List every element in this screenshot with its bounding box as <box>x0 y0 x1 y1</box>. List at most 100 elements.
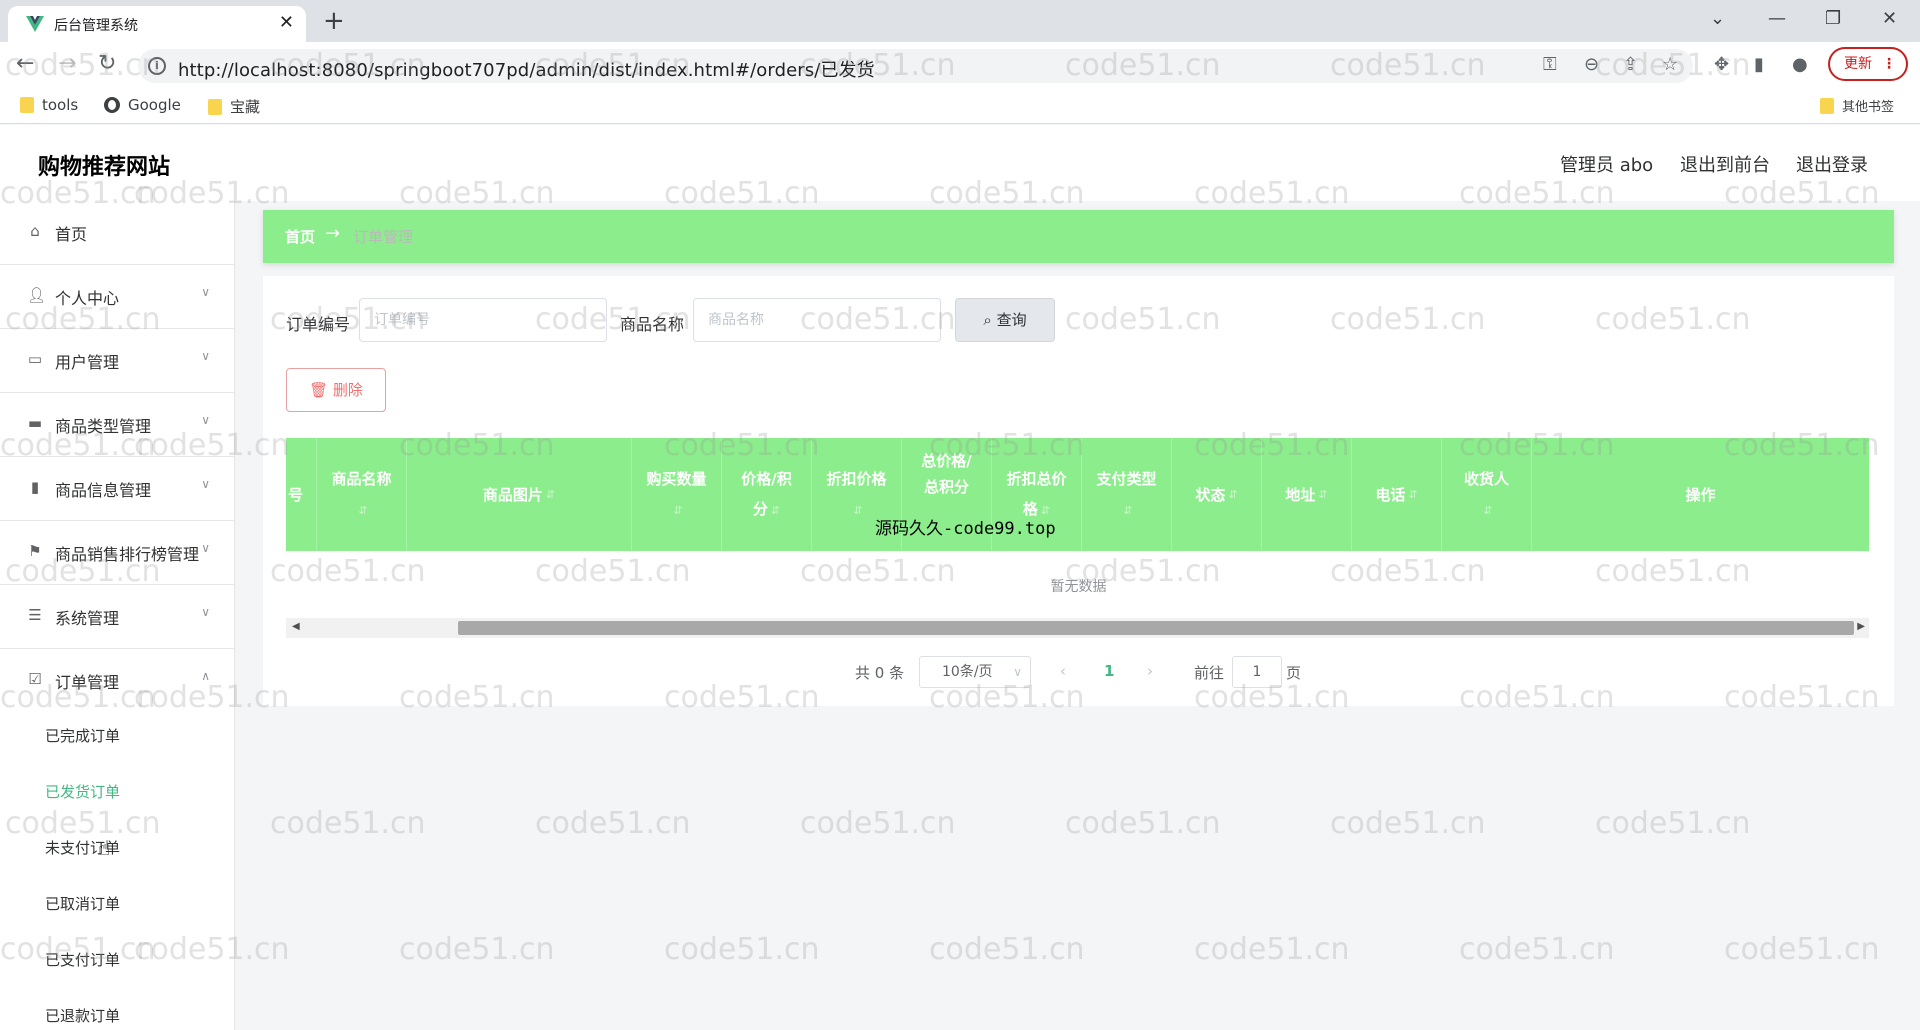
column-header[interactable]: 地址 ⇵ <box>1262 438 1352 551</box>
goods-name-input[interactable] <box>693 298 941 342</box>
sort-icon[interactable]: ⇵ <box>358 504 367 517</box>
column-header[interactable]: 商品图片 ⇵ <box>407 438 632 551</box>
window-close-icon[interactable]: ✕ <box>1882 8 1897 29</box>
restore-icon[interactable]: ❐ <box>1825 8 1841 29</box>
sidebar-item-goods-info[interactable]: ▮ 商品信息管理 ∨ <box>0 457 234 521</box>
chat-icon: ▭ <box>27 350 43 368</box>
column-header[interactable]: 价格/积分 ⇵ <box>722 438 812 551</box>
column-header[interactable]: 购买数量 ⇵ <box>632 438 722 551</box>
scroll-left-icon[interactable]: ◀ <box>292 621 300 632</box>
column-label: 折扣总价格 <box>1006 469 1067 518</box>
pagination: 共 0 条 10条/页 ∨ ‹ 1 › 前往 1 页 <box>263 656 1894 688</box>
sidebar-item-goods-type[interactable]: ▬ 商品类型管理 ∨ <box>0 393 234 457</box>
delete-label: 删除 <box>332 381 363 399</box>
chevron-down-icon: ∨ <box>201 285 210 299</box>
sidebar-item-users[interactable]: ▭ 用户管理 ∨ <box>0 329 234 393</box>
watermark-text: code51.cn <box>270 806 426 841</box>
site-info-icon[interactable]: i <box>148 57 166 75</box>
bookmarks-bar: tools Google 宝藏 其他书签 <box>0 88 1920 124</box>
sort-icon[interactable]: ⇵ <box>546 480 555 510</box>
sort-icon[interactable]: ⇵ <box>771 504 780 517</box>
address-bar[interactable]: i http://localhost:8080/springboot707pd/… <box>138 49 1693 83</box>
sort-icon[interactable]: ⇵ <box>673 504 682 517</box>
new-tab-icon[interactable]: + <box>323 6 345 36</box>
update-button[interactable]: 更新 ⋮ <box>1828 47 1908 81</box>
forward-icon[interactable]: → <box>58 52 76 76</box>
sidebar-subitem-cancelled[interactable]: 已取消订单 <box>45 893 120 914</box>
column-label: 折扣价格 <box>826 469 887 488</box>
column-header[interactable]: 收货人 ⇵ <box>1442 438 1532 551</box>
browser-toolbar: ← → ↻ i http://localhost:8080/springboot… <box>0 42 1920 88</box>
column-header[interactable]: 状态 ⇵ <box>1172 438 1262 551</box>
key-icon[interactable]: ⚿ <box>1543 54 1557 76</box>
sort-icon[interactable]: ⇵ <box>1123 504 1132 517</box>
order-no-input[interactable] <box>359 298 607 342</box>
column-header[interactable]: 商品名称 ⇵ <box>317 438 407 551</box>
column-label: 价格/积分 <box>741 469 792 518</box>
next-page-icon[interactable]: › <box>1147 662 1153 680</box>
profile-icon[interactable]: ● <box>1792 54 1808 76</box>
sidebar-item-label: 个人中心 <box>55 289 120 308</box>
delete-button[interactable]: 🗑︎ 删除 <box>286 368 386 412</box>
sort-icon[interactable]: ⇵ <box>1318 480 1327 510</box>
bookmark-tools[interactable]: tools <box>20 96 78 114</box>
page-number[interactable]: 1 <box>1104 662 1114 680</box>
logout-link[interactable]: 退出登录 <box>1796 151 1868 177</box>
bookmark-google[interactable]: Google <box>104 96 181 114</box>
sidebar-item-home[interactable]: ⌂ 首页 <box>0 201 234 265</box>
sidebar-subitem-refunded[interactable]: 已退款订单 <box>45 1005 120 1026</box>
scroll-thumb[interactable] <box>458 621 1854 635</box>
sidebar-item-sales-rank[interactable]: ⚑ 商品销售排行榜管理 ∨ <box>0 521 234 585</box>
sidebar-item-orders[interactable]: ☑ 订单管理 ∧ <box>0 649 234 713</box>
tab-search-icon[interactable]: ⌄ <box>1710 8 1725 29</box>
vue-logo-icon <box>26 16 44 32</box>
folder-icon <box>1820 97 1834 114</box>
column-label: 号 <box>288 485 304 504</box>
sidebar-subitem-completed[interactable]: 已完成订单 <box>45 725 120 746</box>
chevron-down-icon: ∨ <box>201 413 210 427</box>
watermark-text: code51.cn <box>1595 806 1751 841</box>
goods-name-label: 商品名称 <box>620 315 685 334</box>
reload-icon[interactable]: ↻ <box>98 52 116 76</box>
column-label: 地址 <box>1285 485 1316 504</box>
sidebar-item-personal[interactable]: 👤︎ 个人中心 ∨ <box>0 265 234 329</box>
chevron-down-icon: ∨ <box>201 477 210 491</box>
column-header[interactable]: 支付类型 ⇵ <box>1082 438 1172 551</box>
sidebar-item-system[interactable]: ☰ 系统管理 ∨ <box>0 585 234 649</box>
tab-close-icon[interactable]: ✕ <box>279 12 294 33</box>
sort-icon[interactable]: ⇵ <box>1483 504 1492 517</box>
page-size-select[interactable]: 10条/页 ∨ <box>919 656 1031 688</box>
browser-tab[interactable]: 后台管理系统 ✕ <box>8 6 306 42</box>
extensions-icon[interactable]: ✥ <box>1714 54 1729 76</box>
sidebar-subitem-shipped[interactable]: 已发货订单 <box>45 781 120 802</box>
minimize-icon[interactable]: — <box>1768 8 1786 29</box>
sidebar-subitem-paid[interactable]: 已支付订单 <box>45 949 120 970</box>
side-panel-icon[interactable]: ▮ <box>1754 54 1764 76</box>
breadcrumb-home[interactable]: 首页 <box>285 226 315 247</box>
sort-icon[interactable]: ⇵ <box>853 504 862 517</box>
bookmark-star-icon[interactable]: ☆ <box>1662 54 1678 76</box>
prev-page-icon[interactable]: ‹ <box>1060 662 1066 680</box>
watermark-text: code51.cn <box>929 932 1085 967</box>
back-to-front-link[interactable]: 退出到前台 <box>1680 151 1770 177</box>
scroll-right-icon[interactable]: ▶ <box>1857 621 1865 632</box>
back-icon[interactable]: ← <box>16 52 34 76</box>
share-icon[interactable]: ⇪ <box>1623 54 1638 76</box>
column-header[interactable]: 电话 ⇵ <box>1352 438 1442 551</box>
column-header[interactable]: 号 <box>286 438 317 551</box>
bookmark-other[interactable]: 其他书签 <box>1820 96 1894 115</box>
goto-page-input[interactable]: 1 <box>1232 656 1282 688</box>
zoom-icon[interactable]: ⊖ <box>1584 54 1599 76</box>
column-label: 商品图片 <box>482 485 543 504</box>
chevron-down-icon: ∨ <box>1013 665 1022 679</box>
url-text: http://localhost:8080/springboot707pd/ad… <box>178 60 875 81</box>
bookmark-treasure[interactable]: 宝藏 <box>208 96 260 117</box>
admin-name: 管理员 abo <box>1560 155 1654 176</box>
list-icon: ☰ <box>28 606 42 624</box>
watermark-text: code51.cn <box>664 932 820 967</box>
sort-icon[interactable]: ⇵ <box>1228 480 1237 510</box>
horizontal-scrollbar[interactable]: ◀ ▶ <box>286 618 1869 638</box>
query-button[interactable]: ⌕ 查询 <box>955 298 1055 342</box>
sort-icon[interactable]: ⇵ <box>1408 480 1417 510</box>
column-label: 操作 <box>1685 485 1716 504</box>
